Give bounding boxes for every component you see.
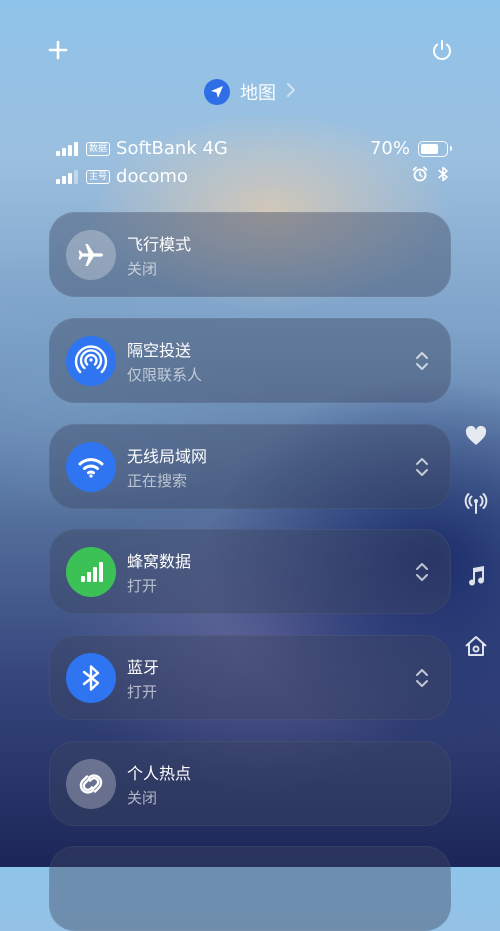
carrier-name: docomo xyxy=(116,166,188,187)
card-title: 蓝牙 xyxy=(127,657,160,677)
partial-card[interactable] xyxy=(49,846,451,931)
add-icon[interactable] xyxy=(42,34,74,66)
music-icon[interactable] xyxy=(462,562,490,590)
expand-chevron-icon[interactable] xyxy=(413,560,431,584)
cellular-data-toggle[interactable]: 蜂窝数据 打开 xyxy=(49,529,451,614)
signal-bars-icon xyxy=(56,169,78,184)
card-status: 打开 xyxy=(127,576,158,595)
bluetooth-icon xyxy=(66,652,116,703)
airdrop-toggle[interactable]: 隔空投送 仅限联系人 xyxy=(49,318,451,403)
battery-icon xyxy=(418,140,452,157)
card-title: 飞行模式 xyxy=(127,234,192,254)
battery-percent: 70% xyxy=(369,138,410,159)
heart-icon[interactable] xyxy=(462,422,490,450)
power-icon[interactable] xyxy=(426,34,458,66)
hotspot-icon xyxy=(66,758,116,809)
airplane-mode-toggle[interactable]: 飞行模式 关闭 xyxy=(49,212,451,297)
airplane-icon xyxy=(66,229,116,280)
card-title: 蜂窝数据 xyxy=(127,551,192,571)
data-tag: 数据 xyxy=(86,141,111,156)
chevron-right-icon xyxy=(286,82,296,103)
card-status: 关闭 xyxy=(127,788,158,807)
card-status: 关闭 xyxy=(127,259,158,278)
location-arrow-icon xyxy=(204,79,230,105)
wifi-toggle[interactable]: 无线局域网 正在搜索 xyxy=(49,424,451,509)
personal-hotspot-toggle[interactable]: 个人热点 关闭 xyxy=(49,741,451,826)
antenna-icon[interactable] xyxy=(462,490,490,518)
bluetooth-status-icon xyxy=(438,166,448,187)
expand-chevron-icon[interactable] xyxy=(413,349,431,373)
cellular-icon xyxy=(66,546,116,597)
card-status: 打开 xyxy=(127,682,158,701)
primary-tag: 主号 xyxy=(86,169,111,184)
bluetooth-toggle[interactable]: 蓝牙 打开 xyxy=(49,635,451,720)
carrier-name: SoftBank 4G xyxy=(116,138,228,159)
carrier-row-secondary: 主号 docomo xyxy=(56,166,448,187)
location-app-label: 地图 xyxy=(240,83,276,104)
signal-bars-icon xyxy=(56,141,78,156)
airdrop-icon xyxy=(66,335,116,386)
card-status: 仅限联系人 xyxy=(127,365,203,384)
card-status: 正在搜索 xyxy=(127,471,188,490)
card-title: 无线局域网 xyxy=(127,446,208,466)
location-indicator[interactable]: 地图 xyxy=(0,79,500,105)
wifi-icon xyxy=(66,441,116,492)
card-title: 个人热点 xyxy=(127,763,192,783)
carrier-row-primary: 数据 SoftBank 4G 70% xyxy=(56,138,452,159)
card-title: 隔空投送 xyxy=(127,340,192,360)
alarm-icon xyxy=(412,166,428,187)
expand-chevron-icon[interactable] xyxy=(413,666,431,690)
expand-chevron-icon[interactable] xyxy=(413,455,431,479)
home-icon[interactable] xyxy=(462,632,490,660)
